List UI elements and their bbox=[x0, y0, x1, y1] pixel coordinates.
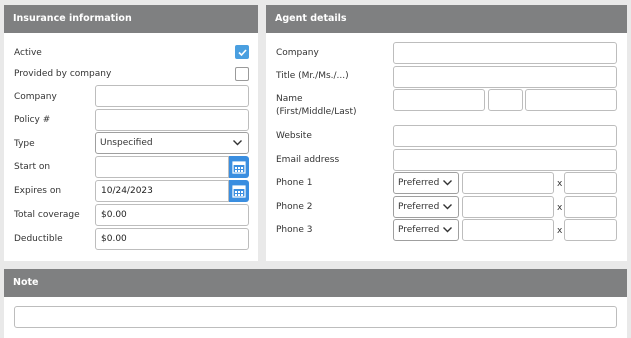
deductible-input[interactable]: $0.00 bbox=[95, 228, 249, 250]
check-icon bbox=[238, 49, 247, 57]
phone-1-label: Phone 1 bbox=[276, 178, 313, 188]
agent-website-label: Website bbox=[276, 131, 312, 141]
note-input[interactable] bbox=[14, 306, 617, 328]
agent-middle-name-input[interactable] bbox=[488, 89, 523, 111]
agent-title-input[interactable] bbox=[393, 66, 617, 88]
phone-2-extension-separator: x bbox=[557, 203, 563, 213]
phone-2-extension-input[interactable] bbox=[564, 196, 617, 218]
chevron-down-icon bbox=[443, 204, 452, 210]
agent-last-name-input[interactable] bbox=[525, 89, 617, 111]
agent-company-input[interactable] bbox=[393, 42, 617, 64]
policy-label: Policy # bbox=[14, 115, 51, 125]
provided-by-company-checkbox[interactable] bbox=[235, 67, 249, 81]
agent-name-label: Name (First/Middle/Last) bbox=[276, 94, 357, 117]
provided-by-company-label: Provided by company bbox=[14, 69, 112, 79]
phone-3-extension-separator: x bbox=[557, 226, 563, 236]
insurance-company-input[interactable] bbox=[95, 85, 249, 107]
insurance-company-label: Company bbox=[14, 92, 57, 102]
phone-2-type-select[interactable]: Preferred bbox=[393, 196, 459, 218]
type-label: Type bbox=[14, 139, 35, 149]
deductible-label: Deductible bbox=[14, 234, 63, 244]
phone-1-extension-input[interactable] bbox=[564, 172, 617, 194]
agent-first-name-input[interactable] bbox=[393, 89, 485, 111]
type-select[interactable]: Unspecified bbox=[95, 132, 249, 154]
insurance-panel-title: Insurance information bbox=[4, 5, 258, 33]
start-on-input[interactable] bbox=[95, 156, 229, 178]
expires-on-label: Expires on bbox=[14, 186, 62, 196]
total-coverage-label: Total coverage bbox=[14, 210, 80, 220]
agent-email-input[interactable] bbox=[393, 149, 617, 171]
phone-3-label: Phone 3 bbox=[276, 225, 313, 235]
phone-2-label: Phone 2 bbox=[276, 202, 313, 212]
agent-panel-title: Agent details bbox=[266, 5, 627, 33]
chevron-down-icon bbox=[443, 227, 452, 233]
expires-on-calendar-button[interactable] bbox=[229, 180, 249, 202]
phone-1-extension-separator: x bbox=[557, 179, 563, 189]
chevron-down-icon bbox=[443, 180, 452, 186]
phone-1-type-select[interactable]: Preferred bbox=[393, 172, 459, 194]
phone-3-extension-input[interactable] bbox=[564, 219, 617, 241]
calendar-icon bbox=[232, 185, 246, 198]
agent-website-input[interactable] bbox=[393, 125, 617, 147]
note-panel: Note bbox=[4, 269, 627, 338]
type-select-value: Unspecified bbox=[100, 138, 153, 148]
start-on-calendar-button[interactable] bbox=[229, 156, 249, 178]
calendar-icon bbox=[232, 161, 246, 174]
expires-on-input[interactable]: 10/24/2023 bbox=[95, 180, 229, 202]
policy-input[interactable] bbox=[95, 109, 249, 131]
phone-1-number-input[interactable] bbox=[462, 172, 554, 194]
active-checkbox[interactable] bbox=[235, 45, 249, 59]
agent-panel: Agent details Company Title (Mr./Ms./...… bbox=[266, 5, 627, 261]
insurance-panel: Insurance information Active Provided by… bbox=[4, 5, 258, 261]
active-label: Active bbox=[14, 48, 42, 58]
note-panel-title: Note bbox=[4, 269, 627, 297]
agent-title-label: Title (Mr./Ms./...) bbox=[276, 71, 349, 81]
phone-2-number-input[interactable] bbox=[462, 196, 554, 218]
agent-company-label: Company bbox=[276, 48, 319, 58]
agent-email-label: Email address bbox=[276, 155, 340, 165]
phone-3-type-select[interactable]: Preferred bbox=[393, 219, 459, 241]
start-on-label: Start on bbox=[14, 162, 51, 172]
chevron-down-icon bbox=[233, 140, 242, 146]
total-coverage-input[interactable]: $0.00 bbox=[95, 204, 249, 226]
phone-3-number-input[interactable] bbox=[462, 219, 554, 241]
